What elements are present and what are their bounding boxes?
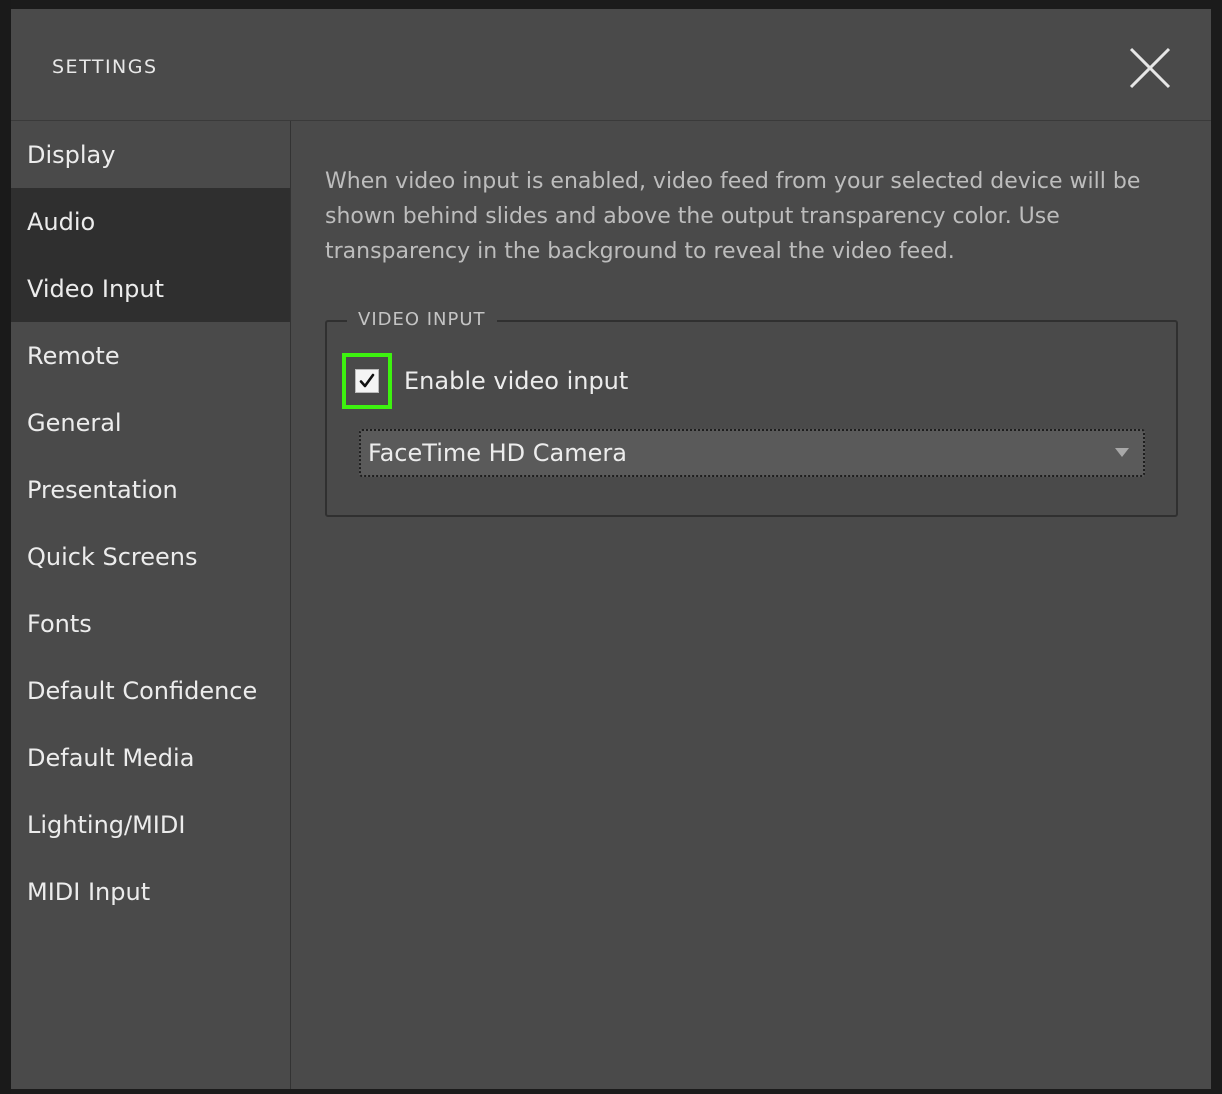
sidebar-item-remote[interactable]: Remote — [11, 322, 290, 389]
sidebar-item-label: MIDI Input — [27, 877, 151, 906]
sidebar-item-fonts[interactable]: Fonts — [11, 590, 290, 657]
settings-dialog: SETTINGS Display Audio Video Input Remot… — [11, 9, 1211, 1089]
video-device-select-value: FaceTime HD Camera — [368, 439, 627, 467]
enable-video-input-label[interactable]: Enable video input — [404, 367, 628, 395]
enable-video-input-checkbox[interactable] — [342, 353, 392, 409]
video-input-fieldset: VIDEO INPUT Enable video input FaceTime … — [325, 310, 1178, 517]
checkbox-box — [355, 369, 379, 393]
sidebar-item-default-confidence[interactable]: Default Confidence — [11, 657, 290, 724]
sidebar-item-label: Lighting/MIDI — [27, 810, 186, 839]
sidebar-item-label: Presentation — [27, 475, 178, 504]
close-x-icon — [1129, 47, 1171, 89]
dialog-header: SETTINGS — [11, 9, 1211, 121]
sidebar-item-general[interactable]: General — [11, 389, 290, 456]
sidebar-item-label: Quick Screens — [27, 542, 198, 571]
sidebar-item-default-media[interactable]: Default Media — [11, 724, 290, 791]
sidebar-item-presentation[interactable]: Presentation — [11, 456, 290, 523]
video-device-select[interactable]: FaceTime HD Camera — [359, 429, 1145, 477]
settings-content: When video input is enabled, video feed … — [292, 121, 1211, 1089]
close-button[interactable] — [1128, 46, 1172, 90]
background-app — [0, 0, 11, 1094]
sidebar-item-quick-screens[interactable]: Quick Screens — [11, 523, 290, 590]
sidebar-item-video-input[interactable]: Video Input — [11, 255, 290, 322]
sidebar-item-label: Video Input — [27, 274, 165, 303]
dialog-title: SETTINGS — [52, 56, 158, 78]
video-input-description: When video input is enabled, video feed … — [325, 169, 1141, 264]
fieldset-legend: VIDEO INPUT — [347, 310, 497, 330]
sidebar-item-audio[interactable]: Audio — [11, 188, 290, 255]
caret-down-icon — [1115, 448, 1129, 457]
sidebar-item-label: Audio — [27, 207, 96, 236]
sidebar-item-label: Default Confidence — [27, 676, 258, 705]
sidebar-item-display[interactable]: Display — [11, 121, 290, 188]
sidebar-item-label: Fonts — [27, 609, 92, 638]
checkmark-icon — [359, 373, 375, 388]
sidebar-item-midi-input[interactable]: MIDI Input — [11, 858, 290, 925]
settings-sidebar: Display Audio Video Input Remote General… — [11, 121, 291, 1089]
sidebar-item-lighting-midi[interactable]: Lighting/MIDI — [11, 791, 290, 858]
sidebar-item-label: Default Media — [27, 743, 195, 772]
enable-video-input-row: Enable video input — [342, 350, 628, 412]
sidebar-item-label: General — [27, 408, 122, 437]
sidebar-item-label: Remote — [27, 341, 120, 370]
sidebar-item-label: Display — [27, 140, 116, 169]
